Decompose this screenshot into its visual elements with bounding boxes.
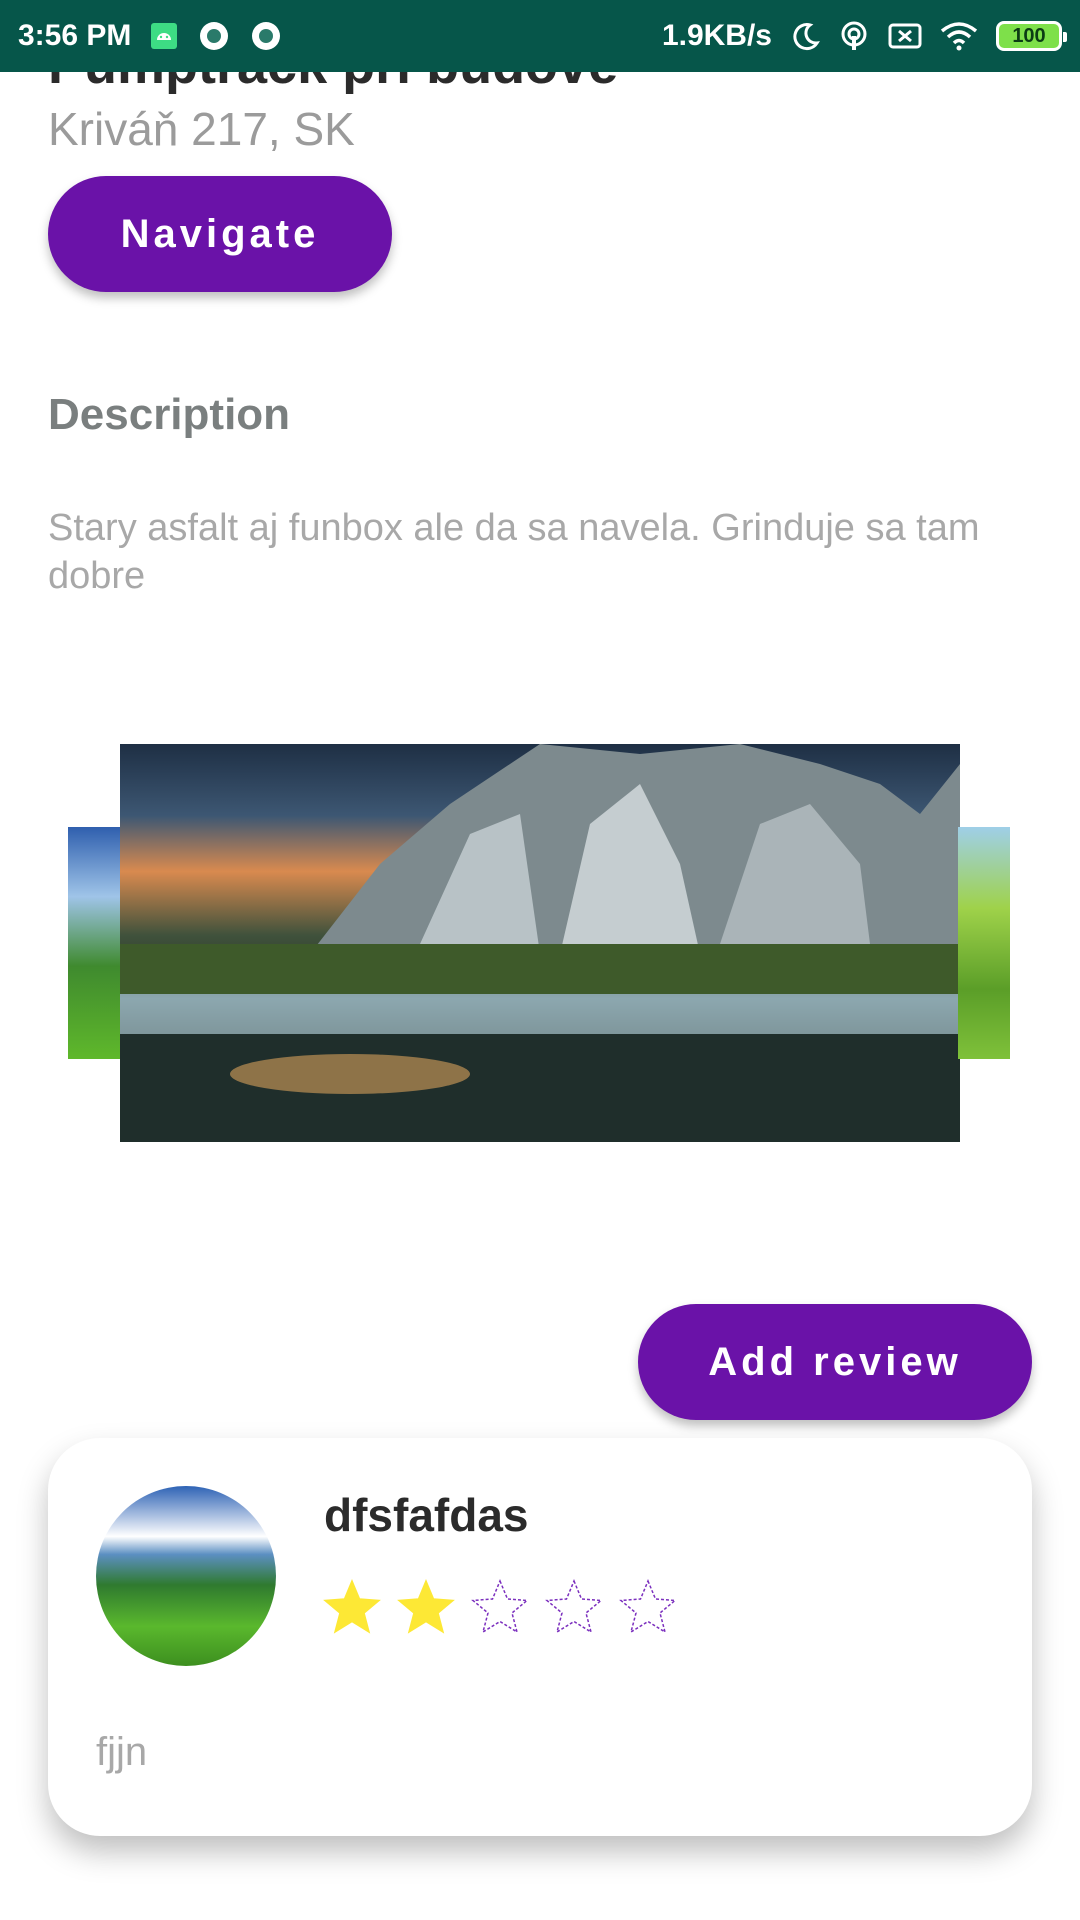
review-card: dfsfafdas fjjn bbox=[48, 1438, 1032, 1836]
rating-stars bbox=[322, 1578, 678, 1638]
place-detail-page: Pumptrack pri budove Kriváň 217, SK Navi… bbox=[0, 72, 1080, 1920]
reviewer-name: dfsfafdas bbox=[324, 1489, 529, 1541]
battery-level: 100 bbox=[1012, 24, 1046, 47]
star-filled-icon bbox=[322, 1578, 382, 1638]
wifi-icon bbox=[940, 21, 978, 51]
network-speed: 1.9KB/s bbox=[661, 19, 772, 52]
battery-icon: 100 bbox=[996, 21, 1067, 51]
star-filled-icon bbox=[396, 1578, 456, 1638]
image-carousel[interactable] bbox=[0, 744, 1080, 1144]
description-text: Stary asfalt aj funbox ale da sa navela.… bbox=[48, 507, 980, 597]
android-icon bbox=[149, 21, 179, 51]
moon-icon bbox=[790, 21, 820, 51]
carousel-prev-image[interactable] bbox=[68, 827, 120, 1059]
record-icon bbox=[249, 19, 283, 53]
sim-off-icon bbox=[888, 22, 922, 50]
reviewer-avatar bbox=[96, 1486, 276, 1666]
hotspot-icon bbox=[838, 20, 870, 52]
clock: 3:56 PM bbox=[18, 19, 132, 52]
star-empty-icon bbox=[470, 1578, 530, 1638]
place-title: Pumptrack pri budove bbox=[48, 72, 618, 96]
status-bar: 3:56 PM 1.9KB/s 100 bbox=[0, 0, 1080, 72]
star-empty-icon bbox=[544, 1578, 604, 1638]
description-heading: Description bbox=[48, 390, 291, 439]
review-text: fjjn bbox=[96, 1730, 148, 1774]
carousel-main-image[interactable] bbox=[120, 744, 960, 1142]
place-address: Kriváň 217, SK bbox=[48, 103, 355, 155]
add-review-button[interactable]: Add review bbox=[638, 1304, 1032, 1420]
carousel-next-image[interactable] bbox=[958, 827, 1010, 1059]
navigate-button[interactable]: Navigate bbox=[48, 176, 392, 292]
star-empty-icon bbox=[618, 1578, 678, 1638]
record-icon bbox=[197, 19, 231, 53]
